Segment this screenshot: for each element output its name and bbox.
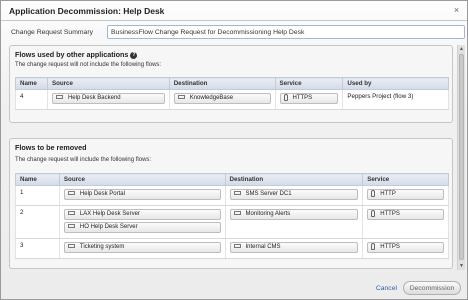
column-header[interactable]: Source [58,173,226,186]
help-icon[interactable]: ? [130,51,138,59]
decommission-button[interactable]: Decommission [403,281,461,295]
source-label: Ticketing system [79,244,125,250]
scroll-up-icon[interactable]: ▲ [458,45,465,53]
source-cell: Ticketing system [58,238,226,259]
scrollbar[interactable]: ▲ ▼ [457,45,465,270]
removed-flows-header-row: Name Source Destination Service [15,173,449,186]
used-flows-note: The change request will not include the … [15,62,162,68]
service-icon [283,94,288,101]
flow-name-cell: 2 [15,205,60,239]
cancel-link[interactable]: Cancel [376,285,397,292]
source-label: Help Desk Portal [79,191,125,197]
source-chip[interactable]: LAX Help Desk Server [63,209,221,220]
destination-label: SMS Server DC1 [245,191,292,197]
close-icon[interactable]: × [452,6,461,15]
service-cell: HTTPS [362,205,449,239]
removed-flows-title: Flows to be removed [15,143,87,152]
service-icon [371,210,376,217]
destination-label: Monitoring Alerts [245,211,291,217]
flow-name-cell: 1 [15,185,60,206]
service-label: HTTPS [380,244,400,251]
source-label: LAX Help Desk Server [79,211,140,217]
service-cell: HTTP [362,185,449,206]
service-label: HTTPS [292,95,313,102]
source-cell: Help Desk Backend [46,89,170,110]
host-icon [67,211,75,216]
source-label: Help Desk Backend [67,95,121,101]
used-flows-panel: Flows used by other applications? The ch… [9,45,453,123]
used-by-cell: Peppers Project (flow 3) [342,89,449,110]
source-cell: LAX Help Desk Server HO Help Desk Server [58,205,226,239]
service-cell: HTTPS [274,89,344,110]
table-row: 2 LAX Help Desk Server HO Help Desk Server… [15,205,449,239]
host-icon [55,95,63,100]
service-label: HTTPS [380,211,400,218]
service-label: HTTP [380,191,396,198]
table-row: 3 Ticketing system Internal CMS HTTPS [15,238,449,259]
removed-flows-table: Name Source Destination Service 1 Help Desk … [15,173,449,259]
table-row: 1 Help Desk Portal SMS Server DC1 HTTP [15,185,449,206]
destination-label: Internal CMS [245,244,281,250]
destination-chip[interactable]: KnowledgeBase [173,93,271,104]
service-cell: HTTPS [362,238,449,259]
host-icon [67,224,75,229]
destination-cell: KnowledgeBase [168,89,276,110]
column-header[interactable]: Destination [168,77,276,90]
service-chip[interactable]: HTTPS [279,93,339,104]
destination-chip[interactable]: Monitoring Alerts [229,209,359,220]
service-chip[interactable]: HTTP [367,189,444,200]
flow-name-cell: 3 [15,238,60,259]
destination-cell: Monitoring Alerts [224,205,364,239]
removed-flows-panel: Flows to be removed The change request w… [9,138,453,269]
host-icon [233,211,241,216]
summary-label: Change Request Summary [11,29,93,36]
dialog-footer: Cancel Decommission [1,277,467,299]
used-flows-title: Flows used by other applications? [15,50,138,59]
column-header[interactable]: Source [46,77,170,90]
source-label: HO Help Desk Server [79,224,138,230]
decommission-dialog: Application Decommission: Help Desk × Ch… [0,0,468,300]
removed-flows-note: The change request will include the foll… [15,157,152,163]
column-header[interactable]: Service [362,173,449,186]
host-icon [67,244,75,249]
host-icon [233,191,241,196]
used-flows-table: Name Source Destination Service Used by 4 Hel… [15,77,449,110]
destination-chip[interactable]: SMS Server DC1 [229,189,359,200]
summary-input[interactable] [107,25,465,39]
dialog-title: Application Decommission: Help Desk [9,6,165,16]
service-chip[interactable]: HTTPS [367,209,444,220]
source-chip[interactable]: HO Help Desk Server [63,222,221,233]
destination-cell: SMS Server DC1 [224,185,364,206]
destination-chip[interactable]: Internal CMS [229,242,359,253]
source-chip[interactable]: Help Desk Backend [51,93,165,104]
flow-name-cell: 4 [15,89,48,110]
column-header[interactable]: Service [274,77,344,90]
scroll-down-icon[interactable]: ▼ [458,262,465,270]
destination-cell: Internal CMS [224,238,364,259]
host-icon [233,244,241,249]
service-icon [371,243,376,250]
host-icon [177,95,185,100]
used-flows-header-row: Name Source Destination Service Used by [15,77,449,90]
destination-label: KnowledgeBase [189,95,234,101]
column-header[interactable]: Used by [342,77,449,90]
source-chip[interactable]: Ticketing system [63,242,221,253]
service-chip[interactable]: HTTPS [367,242,444,253]
column-header[interactable]: Destination [224,173,364,186]
source-chip[interactable]: Help Desk Portal [63,189,221,200]
table-row: 4 Help Desk Backend KnowledgeBase HTTPS Pepp… [15,89,449,110]
host-icon [67,191,75,196]
dialog-titlebar: Application Decommission: Help Desk × [1,1,467,21]
column-header[interactable]: Name [15,77,48,90]
source-cell: Help Desk Portal [58,185,226,206]
service-icon [371,190,376,197]
scroll-thumb[interactable] [459,54,464,260]
summary-row: Change Request Summary [11,25,465,41]
column-header[interactable]: Name [15,173,60,186]
